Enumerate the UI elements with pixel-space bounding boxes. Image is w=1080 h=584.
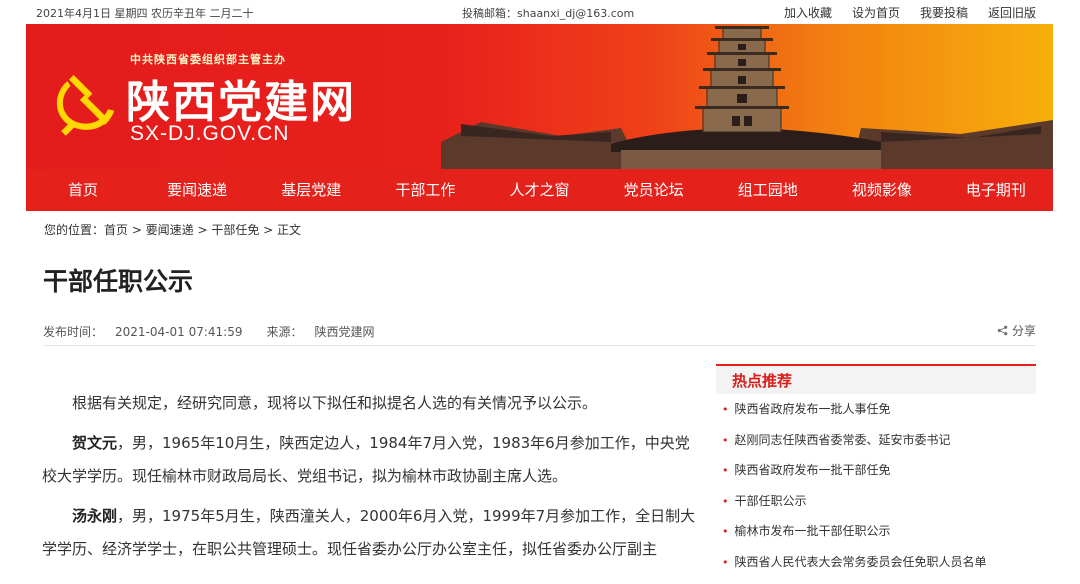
top-links: 加入收藏 设为首页 我要投稿 返回旧版 (764, 4, 1036, 21)
party-emblem-icon (56, 74, 115, 136)
publish-time: 发布时间： 2021-04-01 07:41:59 (43, 325, 243, 339)
article-paragraph: 贺文元，男，1965年10月生，陕西定边人，1984年7月入党，1983年6月参… (42, 434, 690, 485)
share-button[interactable]: 分享 (997, 322, 1036, 339)
nav-cadre-work[interactable]: 干部工作 (368, 169, 482, 211)
breadcrumb[interactable]: 您的位置：首页 > 要闻速递 > 干部任免 > 正文 (44, 221, 301, 238)
list-item[interactable]: • 赵刚同志任陕西省委常委、延安市委书记 (716, 425, 1036, 456)
person-name: 贺文元 (72, 434, 118, 452)
nav-news[interactable]: 要闻速递 (140, 169, 254, 211)
pagoda-illustration (441, 24, 1053, 169)
person-name: 汤永刚 (72, 507, 118, 525)
submit-article-link[interactable]: 我要投稿 (920, 4, 968, 21)
nav-e-journal[interactable]: 电子期刊 (939, 169, 1053, 211)
hot-recommendations: 热点推荐 • 陕西省政府发布一批人事任免 • 赵刚同志任陕西省委常委、延安市委书记 … (716, 364, 1036, 577)
banner-subtitle: 中共陕西省委组织部主管主办 (130, 53, 286, 66)
list-item[interactable]: • 陕西省政府发布一批人事任免 (716, 394, 1036, 425)
sidebar-title: 热点推荐 (716, 364, 1036, 394)
add-favorite-link[interactable]: 加入收藏 (784, 4, 832, 21)
date-text: 2021年4月1日 星期四 农历辛丑年 二月二十 (36, 7, 254, 20)
nav-grassroots[interactable]: 基层党建 (254, 169, 368, 211)
site-name: 陕西党建网 (126, 77, 356, 128)
list-item[interactable]: • 榆林市发布一批干部任职公示 (716, 516, 1036, 547)
nav-member-forum[interactable]: 党员论坛 (597, 169, 711, 211)
share-label: 分享 (1011, 324, 1036, 338)
nav-home[interactable]: 首页 (26, 169, 140, 211)
nav-org-garden[interactable]: 组工园地 (711, 169, 825, 211)
main-nav: 首页 要闻速递 基层党建 干部工作 人才之窗 党员论坛 组工园地 视频影像 电子… (26, 169, 1053, 211)
page-title: 干部任职公示 (43, 267, 194, 296)
article-body: 根据有关规定，经研究同意，现将以下拟任和拟提名人选的有关情况予以公示。 贺文元，… (42, 387, 698, 573)
article-intro: 根据有关规定，经研究同意，现将以下拟任和拟提名人选的有关情况予以公示。 (72, 394, 598, 412)
bullet-icon: • (722, 525, 729, 538)
bullet-icon: • (722, 464, 729, 477)
nav-video[interactable]: 视频影像 (825, 169, 939, 211)
list-item[interactable]: • 陕西省政府发布一批干部任免 (716, 455, 1036, 486)
site-domain: SX-DJ.GOV.CN (130, 122, 290, 145)
set-homepage-link[interactable]: 设为首页 (852, 4, 900, 21)
old-version-link[interactable]: 返回旧版 (988, 4, 1036, 21)
share-icon (997, 325, 1008, 336)
article-paragraph: 汤永刚，男，1975年5月生，陕西潼关人，2000年6月入党，1999年7月参加… (42, 507, 696, 558)
bullet-icon: • (722, 433, 729, 447)
submission-email: 投稿邮箱：shaanxi_dj@163.com (462, 7, 635, 20)
article-meta: 发布时间： 2021-04-01 07:41:59 来源： 陕西党建网 (43, 323, 399, 340)
divider (43, 345, 1036, 346)
article-source: 来源： 陕西党建网 (266, 325, 375, 339)
bullet-icon: • (722, 555, 729, 569)
top-bar: 2021年4月1日 星期四 农历辛丑年 二月二十 投稿邮箱：shaanxi_dj… (0, 0, 1080, 24)
nav-talent[interactable]: 人才之窗 (482, 169, 596, 211)
bullet-icon: • (722, 403, 729, 416)
bullet-icon: • (722, 494, 729, 508)
list-item[interactable]: • 陕西省人民代表大会常务委员会任免职人员名单 (716, 547, 1036, 578)
list-item[interactable]: • 干部任职公示 (716, 486, 1036, 517)
site-banner: 中共陕西省委组织部主管主办 陕西党建网 SX-DJ.GOV.CN (26, 24, 1053, 169)
